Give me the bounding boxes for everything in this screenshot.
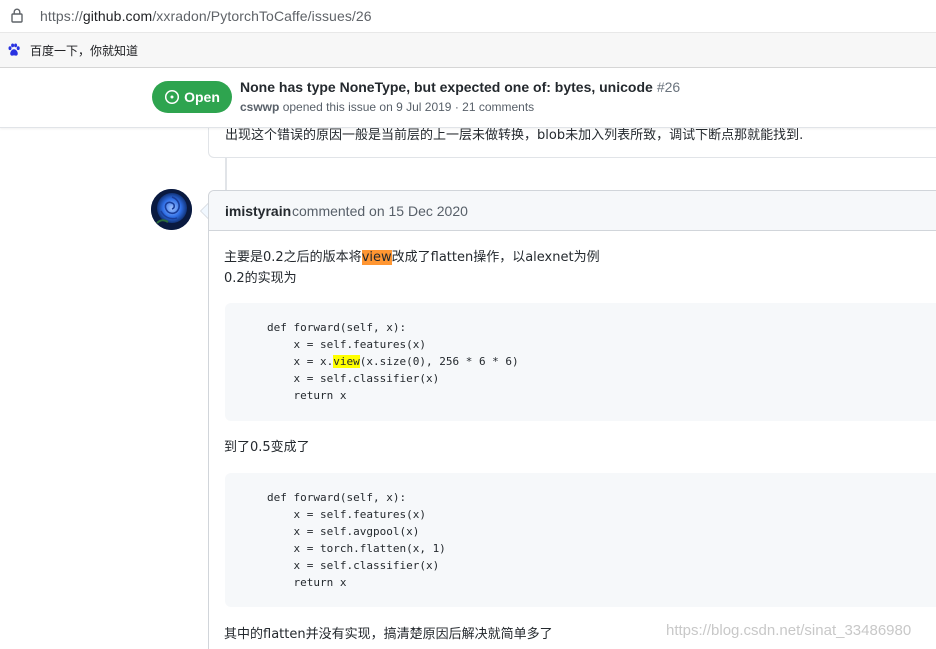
code-line: x = self.avgpool(x) bbox=[267, 525, 420, 538]
paragraph-1-text-b: 改成了flatten操作，以alexnet为例 bbox=[391, 250, 600, 265]
issue-title-text: None has type NoneType, but expected one… bbox=[240, 79, 653, 95]
code-block-2-content: def forward(self, x): x = self.features(… bbox=[267, 489, 446, 591]
issue-number: #26 bbox=[656, 79, 681, 95]
bookmark-baidu[interactable]: 百度一下，你就知道 bbox=[7, 41, 138, 59]
paragraph-1-text-a: 主要是0.2之后的版本将 bbox=[224, 250, 362, 265]
code-block-2: def forward(self, x): x = self.features(… bbox=[225, 473, 936, 607]
comment-paragraph-3: 到了0.5变成了 bbox=[224, 440, 310, 455]
comment-box: imistyrain commented on 15 Dec 2020 主要是0… bbox=[208, 190, 936, 649]
bookmark-label: 百度一下，你就知道 bbox=[30, 43, 139, 58]
comment-timestamp[interactable]: commented on 15 Dec 2020 bbox=[292, 203, 468, 219]
code-line: x = self.features(x) bbox=[267, 338, 426, 351]
code-line: x = self.features(x) bbox=[267, 508, 426, 521]
comment-arrow-inner bbox=[201, 204, 208, 218]
issue-title: None has type NoneType, but expected one… bbox=[240, 79, 680, 95]
code-line: return x bbox=[267, 389, 347, 402]
lock-icon[interactable] bbox=[11, 8, 23, 23]
issue-meta-text: opened this issue on 9 Jul 2019 · 21 com… bbox=[279, 100, 535, 114]
search-highlight: view bbox=[333, 355, 360, 368]
url-path: /xxradon/PytorchToCaffe/issues/26 bbox=[152, 8, 372, 24]
code-line: x = self.classifier(x) bbox=[267, 372, 440, 385]
code-block-1: def forward(self, x): x = self.features(… bbox=[225, 303, 936, 421]
comment-paragraph-1: 主要是0.2之后的版本将view改成了flatten操作，以alexnet为例 bbox=[224, 247, 600, 268]
code-block-1-content: def forward(self, x): x = self.features(… bbox=[267, 319, 519, 404]
comment-paragraph-4: 其中的flatten并没有实现，搞清楚原因后解决就简单多了 bbox=[224, 627, 553, 642]
issue-sticky-header: Open None has type NoneType, but expecte… bbox=[0, 68, 936, 128]
code-line: x = torch.flatten(x, 1) bbox=[267, 542, 446, 555]
timeline-connector bbox=[225, 158, 227, 190]
url-text[interactable]: https://github.com/xxradon/PytorchToCaff… bbox=[40, 8, 372, 24]
code-line: return x bbox=[267, 576, 347, 589]
code-line: def forward(self, x): bbox=[267, 491, 407, 504]
avatar[interactable] bbox=[151, 189, 192, 230]
url-scheme: https:// bbox=[40, 8, 83, 24]
comment-paragraph-2: 0.2的实现为 bbox=[224, 271, 297, 286]
bookmarks-bar: 百度一下，你就知道 bbox=[0, 33, 936, 68]
issue-author-link[interactable]: cswwp bbox=[240, 100, 279, 114]
watermark: https://blog.csdn.net/sinat_33486980 bbox=[666, 622, 912, 639]
comment-header: imistyrain commented on 15 Dec 2020 bbox=[209, 191, 936, 231]
code-line: x = self.classifier(x) bbox=[267, 559, 440, 572]
search-highlight-current: view bbox=[361, 250, 392, 265]
code-line: (x.size(0), 256 * 6 * 6) bbox=[359, 355, 519, 368]
blue-rose-avatar-icon bbox=[151, 189, 192, 230]
issue-state-badge: Open bbox=[152, 81, 232, 113]
issue-state-label: Open bbox=[184, 89, 220, 105]
comment-author-link[interactable]: imistyrain bbox=[225, 203, 291, 219]
baidu-paw-icon bbox=[8, 43, 20, 56]
code-line: def forward(self, x): bbox=[267, 321, 407, 334]
browser-address-bar[interactable]: https://github.com/xxradon/PytorchToCaff… bbox=[0, 0, 936, 33]
url-host: github.com bbox=[82, 8, 153, 24]
code-line: x = x. bbox=[267, 355, 334, 368]
issue-opened-icon bbox=[165, 89, 180, 105]
issue-meta: cswwp opened this issue on 9 Jul 2019 · … bbox=[240, 100, 534, 114]
